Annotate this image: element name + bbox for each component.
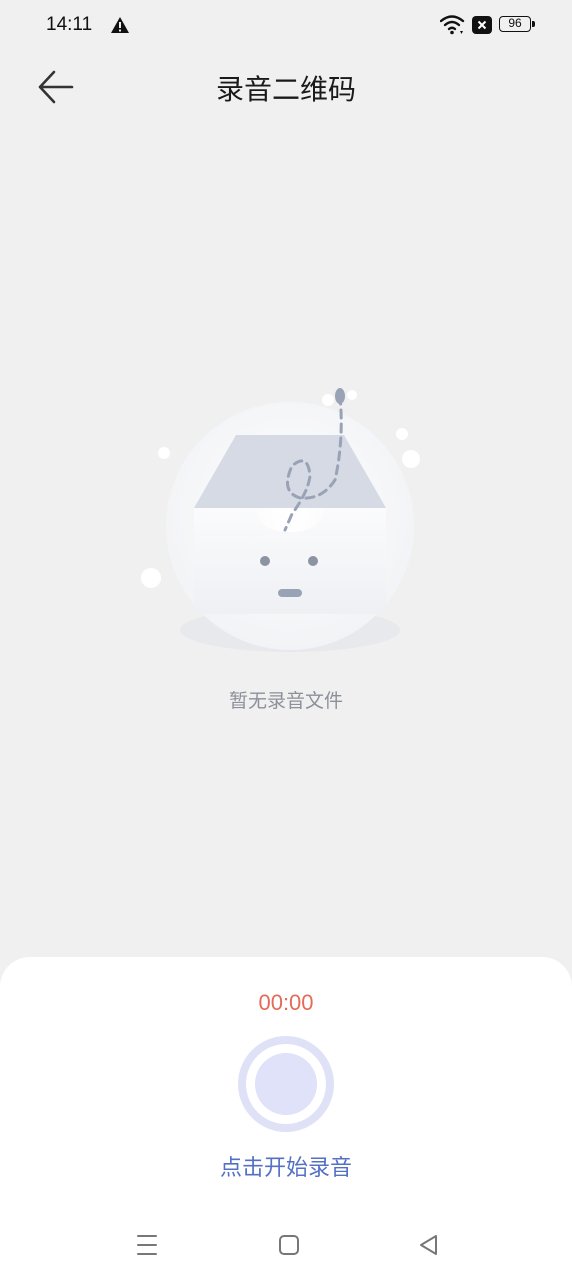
back-triangle-icon[interactable]: [416, 1232, 442, 1258]
wifi-icon: [440, 15, 465, 35]
record-timer: 00:00: [258, 990, 314, 1015]
record-button[interactable]: [238, 1036, 334, 1132]
notification-x-icon: [472, 16, 492, 34]
record-hint[interactable]: 点击开始录音: [0, 1150, 572, 1182]
status-time: 14:11: [46, 14, 93, 35]
home-square-icon[interactable]: [276, 1232, 302, 1258]
empty-inbox-icon: [141, 388, 420, 652]
warning-icon: [111, 17, 129, 33]
page-title: 录音二维码: [215, 73, 356, 106]
menu-icon[interactable]: [134, 1232, 160, 1258]
status-bar: 14:11 96: [0, 0, 572, 52]
record-button-core: [255, 1053, 317, 1115]
empty-state-message: 暂无录音文件: [228, 690, 343, 712]
battery-indicator: 96: [499, 16, 535, 32]
